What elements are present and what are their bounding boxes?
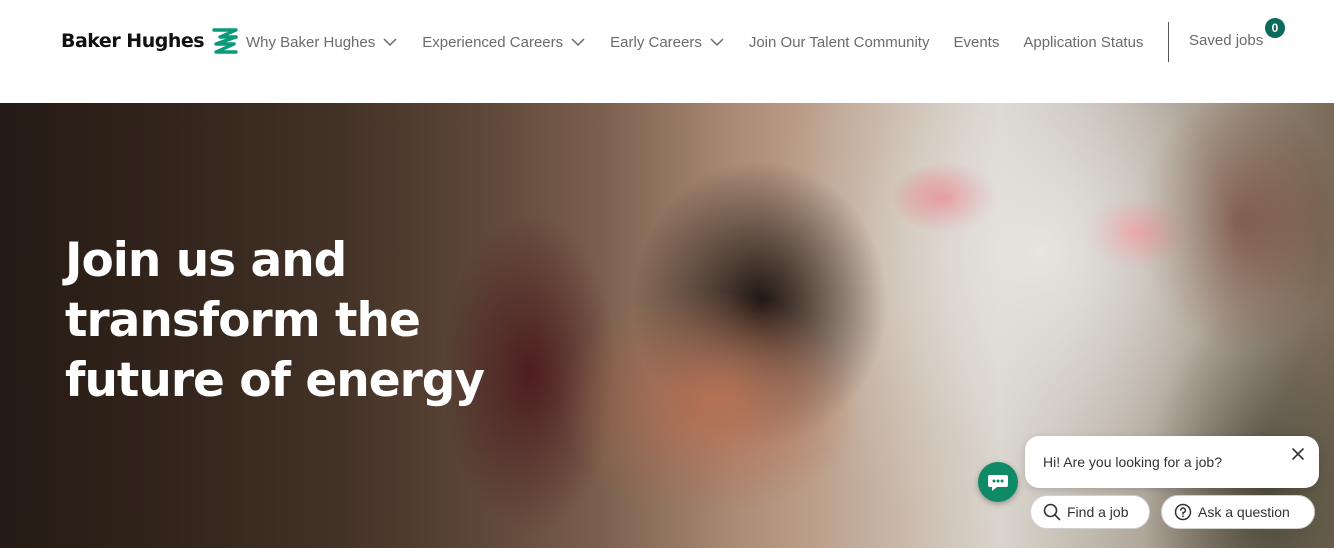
nav-join-talent-community[interactable]: Join Our Talent Community bbox=[749, 34, 930, 51]
nav-label: Why Baker Hughes bbox=[246, 33, 376, 51]
chat-message: Hi! Are you looking for a job? bbox=[1043, 454, 1222, 470]
nav-label: Events bbox=[953, 33, 1000, 51]
main-nav: Why Baker Hughes Experienced Careers Ear… bbox=[246, 30, 1167, 54]
find-job-label: Find a job bbox=[1067, 504, 1129, 520]
chat-bubble-icon bbox=[988, 475, 1008, 491]
hero-title: Join us and transform the future of ener… bbox=[65, 231, 525, 411]
nav-label: Join Our Talent Community bbox=[748, 33, 930, 51]
hero-title-line: Join us and bbox=[65, 233, 347, 288]
ask-question-button[interactable]: Ask a question bbox=[1161, 495, 1315, 529]
help-circle-icon bbox=[1174, 503, 1192, 521]
chatbot-avatar[interactable] bbox=[978, 462, 1018, 502]
chevron-down-icon bbox=[383, 38, 397, 47]
hero-title-line: future of energy bbox=[65, 353, 485, 408]
chevron-down-icon bbox=[710, 38, 724, 47]
nav-label: Application Status bbox=[1023, 33, 1144, 51]
nav-early-careers[interactable]: Early Careers bbox=[610, 34, 725, 51]
nav-why-baker-hughes[interactable]: Why Baker Hughes bbox=[246, 34, 398, 51]
chat-greeting-bubble: Hi! Are you looking for a job? bbox=[1025, 436, 1319, 488]
search-icon bbox=[1043, 503, 1061, 521]
find-job-button[interactable]: Find a job bbox=[1030, 495, 1150, 529]
nav-label: Early Careers bbox=[610, 33, 702, 51]
ask-question-label: Ask a question bbox=[1198, 504, 1290, 520]
saved-jobs-count-badge: 0 bbox=[1265, 18, 1285, 38]
nav-events[interactable]: Events bbox=[953, 34, 999, 51]
chevron-down-icon bbox=[571, 38, 585, 47]
saved-jobs-link[interactable]: Saved jobs bbox=[1189, 32, 1263, 49]
baker-hughes-logo[interactable]: Baker Hughes bbox=[61, 24, 240, 58]
logo-text: Baker Hughes bbox=[61, 30, 205, 52]
close-icon[interactable] bbox=[1291, 447, 1305, 461]
hero-title-line: transform the bbox=[65, 293, 421, 348]
nav-divider bbox=[1168, 22, 1169, 62]
site-header: Baker Hughes Why Baker Hughes Experience… bbox=[0, 0, 1334, 103]
nav-application-status[interactable]: Application Status bbox=[1023, 34, 1143, 51]
logo-mark-icon bbox=[212, 28, 238, 54]
nav-experienced-careers[interactable]: Experienced Careers bbox=[422, 34, 586, 51]
nav-label: Experienced Careers bbox=[422, 33, 564, 51]
